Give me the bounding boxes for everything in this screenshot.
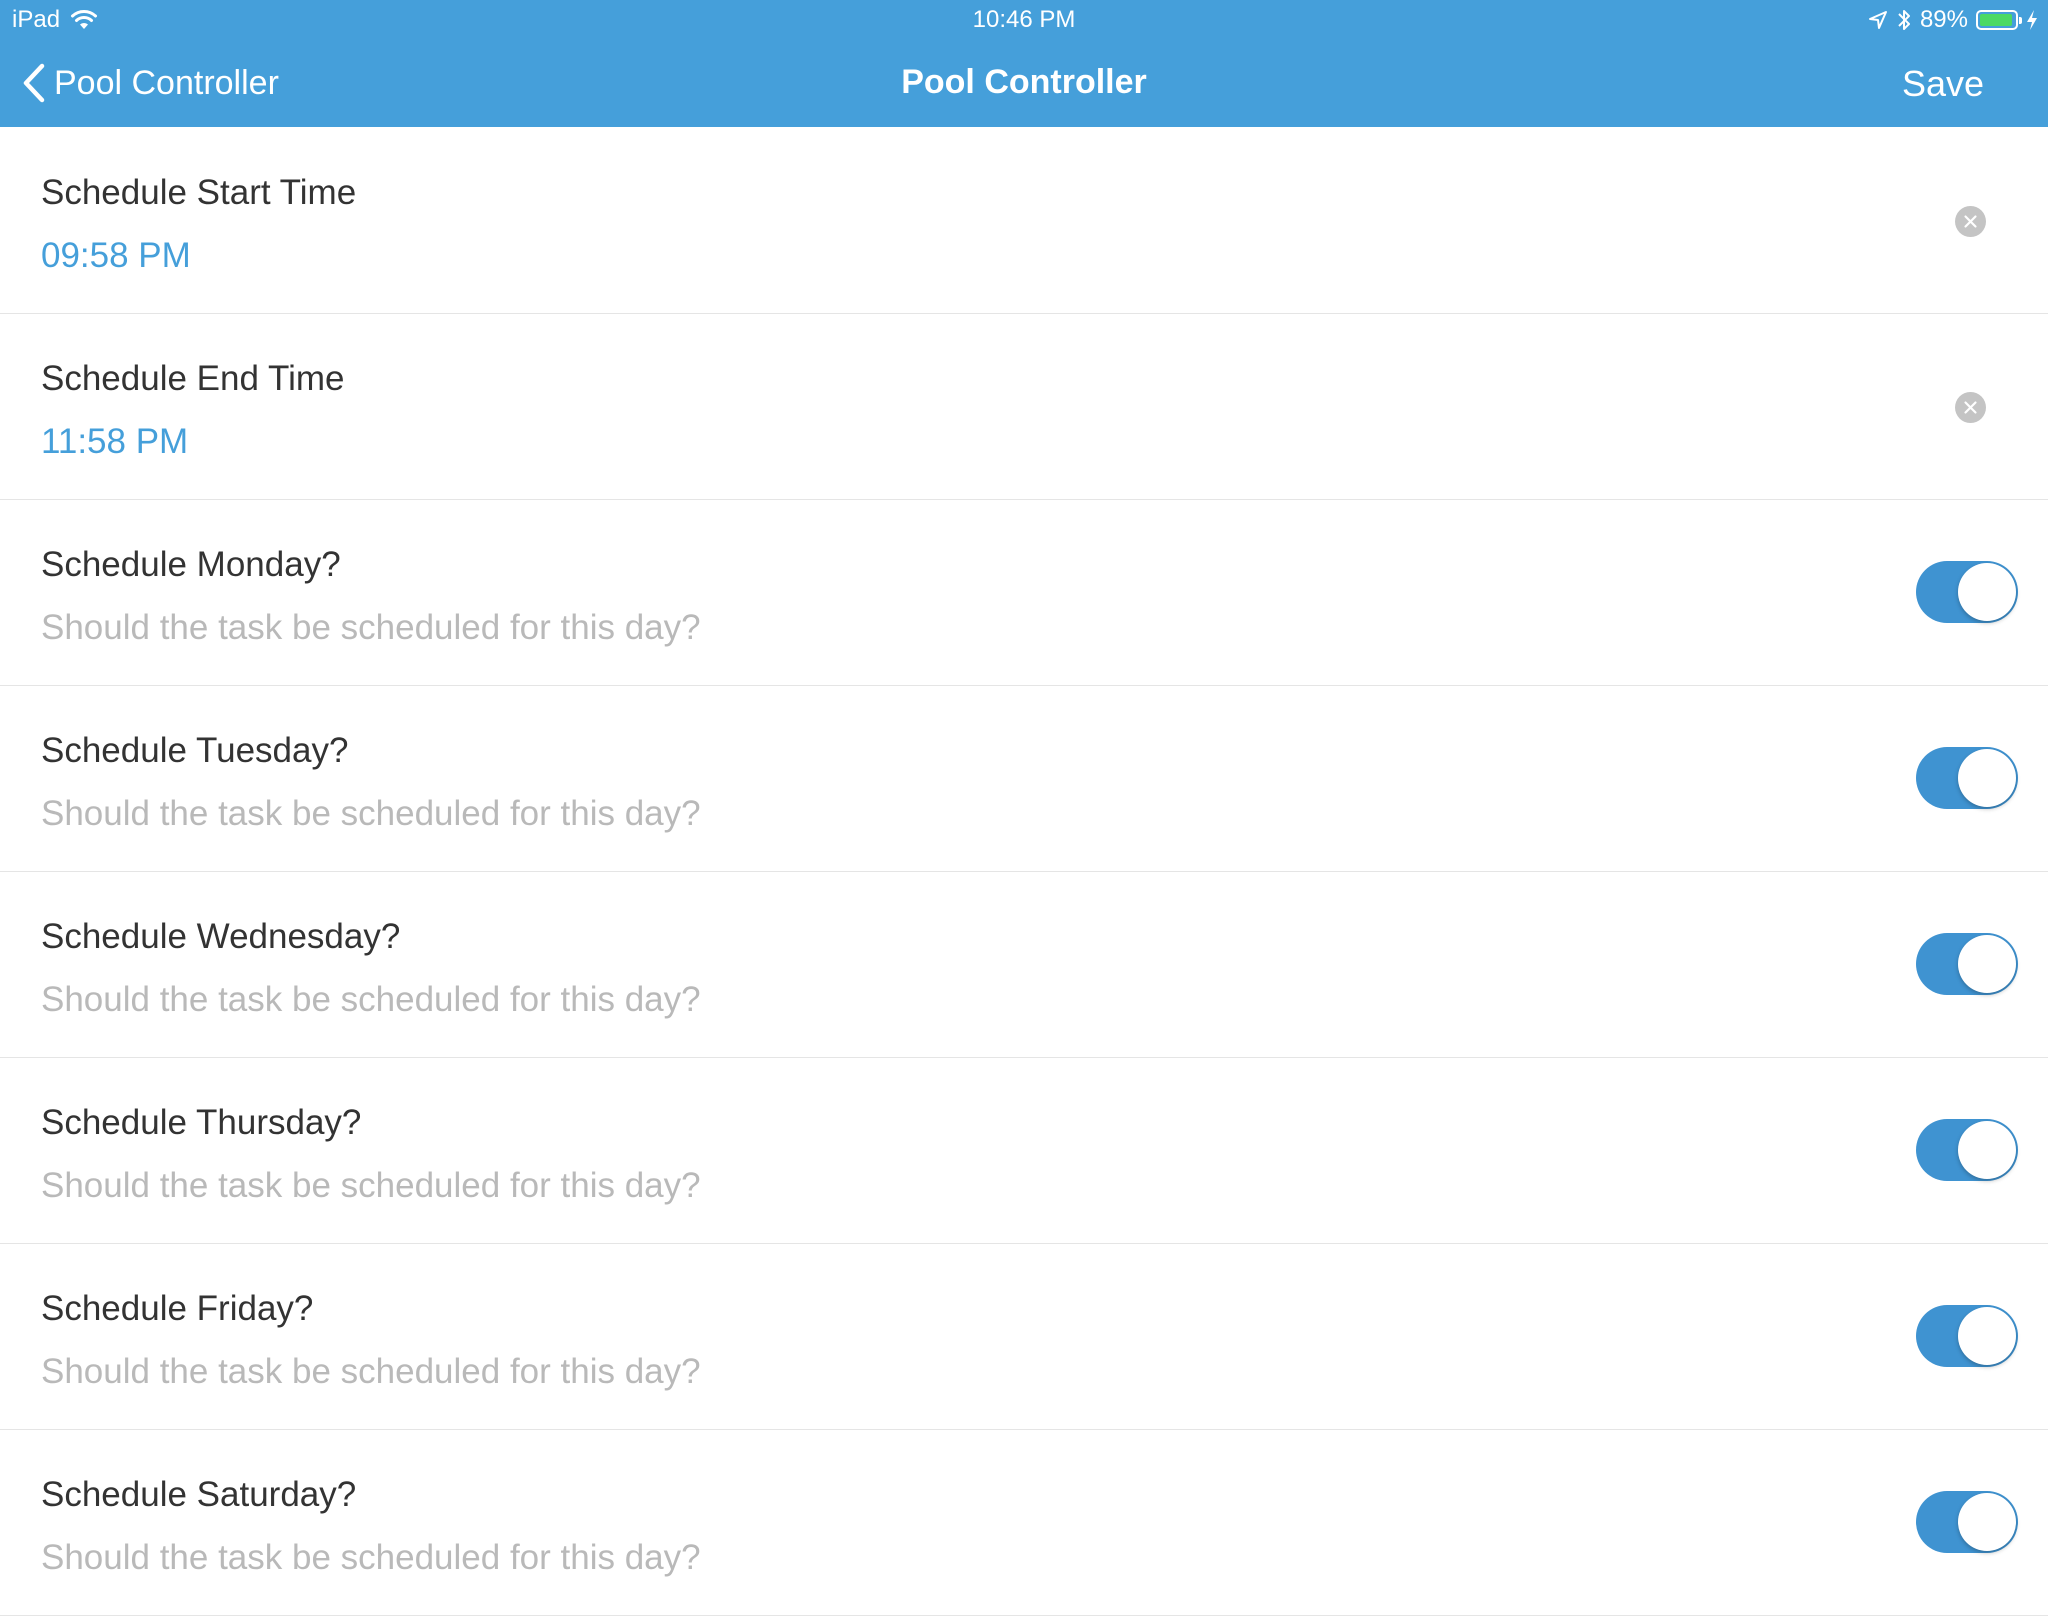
schedule-start-time-row[interactable]: Schedule Start Time 09:58 PM bbox=[0, 128, 2048, 314]
battery-fill bbox=[1980, 14, 2012, 26]
schedule-monday-row: Schedule Monday? Should the task be sche… bbox=[0, 500, 2048, 686]
start-time-value[interactable]: 09:58 PM bbox=[41, 236, 191, 276]
save-button[interactable]: Save bbox=[1902, 63, 1984, 105]
navigation-bar: Pool Controller Pool Controller Save bbox=[0, 41, 2048, 127]
row-subtitle: Should the task be scheduled for this da… bbox=[41, 980, 701, 1019]
row-title: Schedule Monday? bbox=[41, 545, 341, 584]
row-subtitle: Should the task be scheduled for this da… bbox=[41, 1166, 701, 1205]
row-title: Schedule End Time bbox=[41, 359, 345, 398]
row-title: Schedule Friday? bbox=[41, 1289, 314, 1328]
schedule-friday-row: Schedule Friday? Should the task be sche… bbox=[0, 1244, 2048, 1430]
row-title: Schedule Thursday? bbox=[41, 1103, 362, 1142]
row-title: Schedule Wednesday? bbox=[41, 917, 401, 956]
wednesday-toggle[interactable] bbox=[1916, 933, 2018, 995]
status-time: 10:46 PM bbox=[972, 6, 1076, 33]
monday-toggle[interactable] bbox=[1916, 561, 2018, 623]
close-icon bbox=[1964, 401, 1977, 414]
row-subtitle: Should the task be scheduled for this da… bbox=[41, 1352, 701, 1391]
status-right: 89% bbox=[1860, 6, 2038, 34]
clear-start-time-button[interactable] bbox=[1955, 206, 1986, 237]
settings-list: Schedule Start Time 09:58 PM Schedule En… bbox=[0, 128, 2048, 1616]
page-title: Pool Controller bbox=[901, 63, 1147, 101]
thursday-toggle[interactable] bbox=[1916, 1119, 2018, 1181]
schedule-wednesday-row: Schedule Wednesday? Should the task be s… bbox=[0, 872, 2048, 1058]
row-subtitle: Should the task be scheduled for this da… bbox=[41, 794, 701, 833]
location-arrow-icon bbox=[1868, 11, 1887, 29]
schedule-saturday-row: Schedule Saturday? Should the task be sc… bbox=[0, 1430, 2048, 1616]
row-title: Schedule Saturday? bbox=[41, 1475, 357, 1514]
saturday-toggle[interactable] bbox=[1916, 1491, 2018, 1553]
bluetooth-icon bbox=[1898, 10, 1910, 30]
clear-end-time-button[interactable] bbox=[1955, 392, 1986, 423]
friday-toggle[interactable] bbox=[1916, 1305, 2018, 1367]
row-subtitle: Should the task be scheduled for this da… bbox=[41, 608, 701, 647]
schedule-thursday-row: Schedule Thursday? Should the task be sc… bbox=[0, 1058, 2048, 1244]
schedule-end-time-row[interactable]: Schedule End Time 11:58 PM bbox=[0, 314, 2048, 500]
battery-icon bbox=[1976, 10, 2022, 30]
status-bar: iPad 10:46 PM 89% bbox=[0, 0, 2048, 41]
row-subtitle: Should the task be scheduled for this da… bbox=[41, 1538, 701, 1577]
end-time-value[interactable]: 11:58 PM bbox=[41, 422, 188, 462]
schedule-tuesday-row: Schedule Tuesday? Should the task be sch… bbox=[0, 686, 2048, 872]
close-icon bbox=[1964, 215, 1977, 228]
row-title: Schedule Tuesday? bbox=[41, 731, 349, 770]
battery-percent: 89% bbox=[1919, 6, 1968, 33]
charging-bolt-icon bbox=[2027, 10, 2037, 30]
tuesday-toggle[interactable] bbox=[1916, 747, 2018, 809]
row-title: Schedule Start Time bbox=[41, 173, 357, 212]
